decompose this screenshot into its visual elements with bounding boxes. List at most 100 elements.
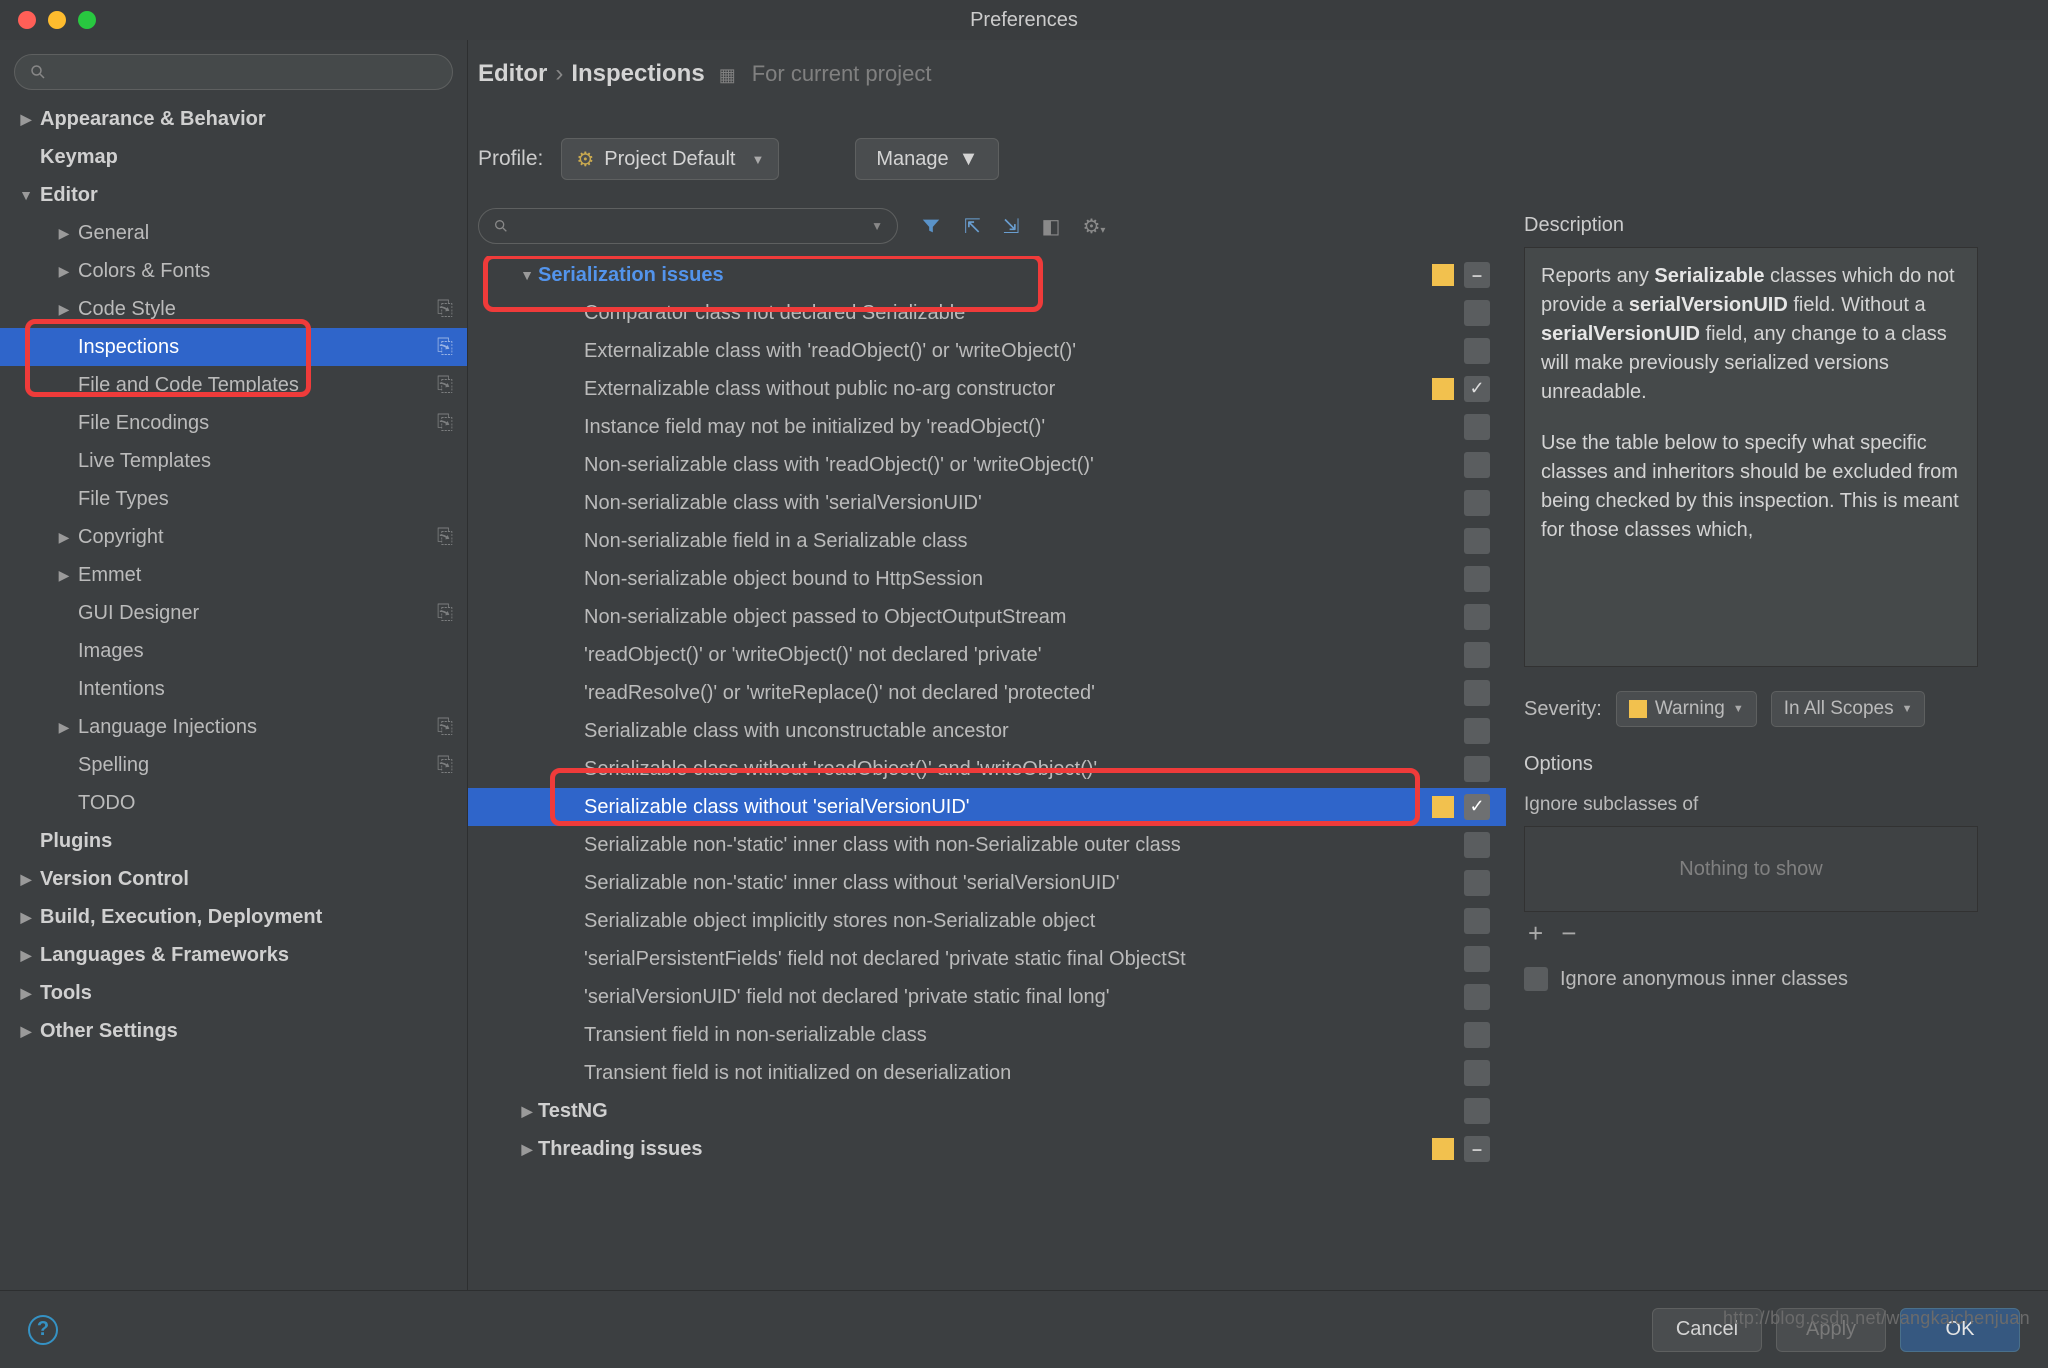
breadcrumb-page: Inspections (571, 60, 704, 88)
inspection-item[interactable]: Transient field is not initialized on de… (468, 1054, 1506, 1092)
inspection-item[interactable]: 'readResolve()' or 'writeReplace()' not … (468, 674, 1506, 712)
sidebar-item-intentions[interactable]: Intentions (0, 670, 467, 708)
sidebar-item-inspections[interactable]: Inspections⎘ (0, 328, 467, 366)
scope-combo[interactable]: In All Scopes ▼ (1771, 691, 1926, 727)
filter-icon[interactable] (920, 215, 942, 237)
sidebar-item-emmet[interactable]: ▶Emmet (0, 556, 467, 594)
inspection-item[interactable]: Serializable non-'static' inner class wi… (468, 826, 1506, 864)
inspection-checkbox[interactable] (1464, 680, 1490, 706)
inspection-checkbox[interactable] (1464, 490, 1490, 516)
inspection-checkbox[interactable] (1464, 908, 1490, 934)
inspection-group[interactable]: ▶TestNG (468, 1092, 1506, 1130)
add-button[interactable]: + (1528, 918, 1543, 949)
inspection-group[interactable]: ▶Threading issues– (468, 1130, 1506, 1168)
inspection-checkbox[interactable] (1464, 832, 1490, 858)
collapse-all-icon[interactable]: ⇲ (1003, 214, 1020, 239)
inspection-item[interactable]: Non-serializable object bound to HttpSes… (468, 560, 1506, 598)
inspection-checkbox[interactable] (1464, 566, 1490, 592)
inspection-checkbox[interactable] (1464, 414, 1490, 440)
sidebar-item-plugins[interactable]: Plugins (0, 822, 467, 860)
remove-button[interactable]: − (1561, 918, 1576, 949)
inspection-checkbox[interactable] (1464, 946, 1490, 972)
sidebar-item-languages-frameworks[interactable]: ▶Languages & Frameworks (0, 936, 467, 974)
inspection-item[interactable]: 'readObject()' or 'writeObject()' not de… (468, 636, 1506, 674)
inspection-checkbox[interactable] (1464, 794, 1490, 820)
inspection-checkbox[interactable] (1464, 1022, 1490, 1048)
sidebar-item-label: File and Code Templates (78, 374, 299, 397)
inspection-checkbox[interactable] (1464, 718, 1490, 744)
copy-icon: ⎘ (437, 716, 453, 739)
sidebar-item-live-templates[interactable]: Live Templates (0, 442, 467, 480)
sidebar-item-editor[interactable]: ▼Editor (0, 176, 467, 214)
close-window-button[interactable] (18, 11, 36, 29)
inspection-item[interactable]: Non-serializable object passed to Object… (468, 598, 1506, 636)
description-text[interactable]: Reports any Serializable classes which d… (1524, 247, 1978, 667)
inspection-item[interactable]: 'serialVersionUID' field not declared 'p… (468, 978, 1506, 1016)
sidebar-item-copyright[interactable]: ▶Copyright⎘ (0, 518, 467, 556)
mixed-state-checkbox[interactable]: – (1464, 262, 1490, 288)
sidebar-item-version-control[interactable]: ▶Version Control (0, 860, 467, 898)
inspection-item[interactable]: Serializable class without 'readObject()… (468, 750, 1506, 788)
group-checkbox[interactable]: – (1464, 1136, 1490, 1162)
sidebar-item-file-and-code-templates[interactable]: File and Code Templates⎘ (0, 366, 467, 404)
expand-all-icon[interactable]: ⇱ (964, 214, 981, 239)
sidebar-item-language-injections[interactable]: ▶Language Injections⎘ (0, 708, 467, 746)
inspection-item[interactable]: Non-serializable class with 'readObject(… (468, 446, 1506, 484)
sidebar-item-file-types[interactable]: File Types (0, 480, 467, 518)
inspection-item[interactable]: Comparator class not declared Serializab… (468, 294, 1506, 332)
inspection-item[interactable]: Instance field may not be initialized by… (468, 408, 1506, 446)
inspection-checkbox[interactable] (1464, 528, 1490, 554)
inspection-group-serialization[interactable]: ▼Serialization issues– (468, 256, 1506, 294)
sidebar-item-spelling[interactable]: Spelling⎘ (0, 746, 467, 784)
inspection-item[interactable]: 'serialPersistentFields' field not decla… (468, 940, 1506, 978)
inspection-checkbox[interactable] (1464, 984, 1490, 1010)
inspection-item[interactable]: Externalizable class with 'readObject()'… (468, 332, 1506, 370)
zoom-window-button[interactable] (78, 11, 96, 29)
sidebar-item-images[interactable]: Images (0, 632, 467, 670)
gear-icon[interactable]: ⚙▾ (1082, 214, 1105, 239)
inspection-item[interactable]: Serializable object implicitly stores no… (468, 902, 1506, 940)
group-checkbox[interactable] (1464, 1098, 1490, 1124)
inspection-checkbox[interactable] (1464, 604, 1490, 630)
minimize-window-button[interactable] (48, 11, 66, 29)
inspection-item[interactable]: Serializable non-'static' inner class wi… (468, 864, 1506, 902)
help-button[interactable]: ? (28, 1315, 58, 1345)
inspection-checkbox[interactable] (1464, 642, 1490, 668)
inspection-checkbox[interactable] (1464, 338, 1490, 364)
manage-button[interactable]: Manage ▼ (855, 138, 999, 180)
inspection-checkbox[interactable] (1464, 300, 1490, 326)
chevron-down-icon: ▼ (1902, 703, 1913, 715)
sidebar-item-code-style[interactable]: ▶Code Style⎘ (0, 290, 467, 328)
inspection-checkbox[interactable] (1464, 376, 1490, 402)
inspections-search-input[interactable]: ▼ (478, 208, 898, 244)
sidebar-item-general[interactable]: ▶General (0, 214, 467, 252)
inspection-checkbox[interactable] (1464, 452, 1490, 478)
severity-combo[interactable]: Warning ▼ (1616, 691, 1757, 727)
ignore-anonymous-checkbox[interactable] (1524, 967, 1548, 991)
sidebar-item-appearance-behavior[interactable]: ▶Appearance & Behavior (0, 100, 467, 138)
sidebar-item-keymap[interactable]: Keymap (0, 138, 467, 176)
sidebar-item-colors-fonts[interactable]: ▶Colors & Fonts (0, 252, 467, 290)
inspection-item[interactable]: Externalizable class without public no-a… (468, 370, 1506, 408)
sidebar-search-input[interactable] (14, 54, 453, 90)
inspection-checkbox[interactable] (1464, 1060, 1490, 1086)
profile-combo[interactable]: ⚙ Project Default ▼ (561, 138, 779, 180)
sidebar-item-tools[interactable]: ▶Tools (0, 974, 467, 1012)
inspection-checkbox[interactable] (1464, 756, 1490, 782)
inspection-item[interactable]: Non-serializable field in a Serializable… (468, 522, 1506, 560)
sidebar-item-label: Spelling (78, 754, 149, 777)
inspection-item[interactable]: Serializable class with unconstructable … (468, 712, 1506, 750)
sidebar-item-build-execution-deployment[interactable]: ▶Build, Execution, Deployment (0, 898, 467, 936)
inspection-label: Externalizable class without public no-a… (584, 378, 1055, 401)
reset-icon[interactable]: ◧ (1042, 214, 1061, 239)
inspection-checkbox[interactable] (1464, 870, 1490, 896)
severity-label: Severity: (1524, 698, 1602, 721)
inspection-item[interactable]: Transient field in non-serializable clas… (468, 1016, 1506, 1054)
ignore-subclasses-table[interactable]: Nothing to show (1524, 826, 1978, 912)
inspection-item[interactable]: Serializable class without 'serialVersio… (468, 788, 1506, 826)
sidebar-item-gui-designer[interactable]: GUI Designer⎘ (0, 594, 467, 632)
sidebar-item-file-encodings[interactable]: File Encodings⎘ (0, 404, 467, 442)
inspection-item[interactable]: Non-serializable class with 'serialVersi… (468, 484, 1506, 522)
sidebar-item-todo[interactable]: TODO (0, 784, 467, 822)
sidebar-item-other-settings[interactable]: ▶Other Settings (0, 1012, 467, 1050)
